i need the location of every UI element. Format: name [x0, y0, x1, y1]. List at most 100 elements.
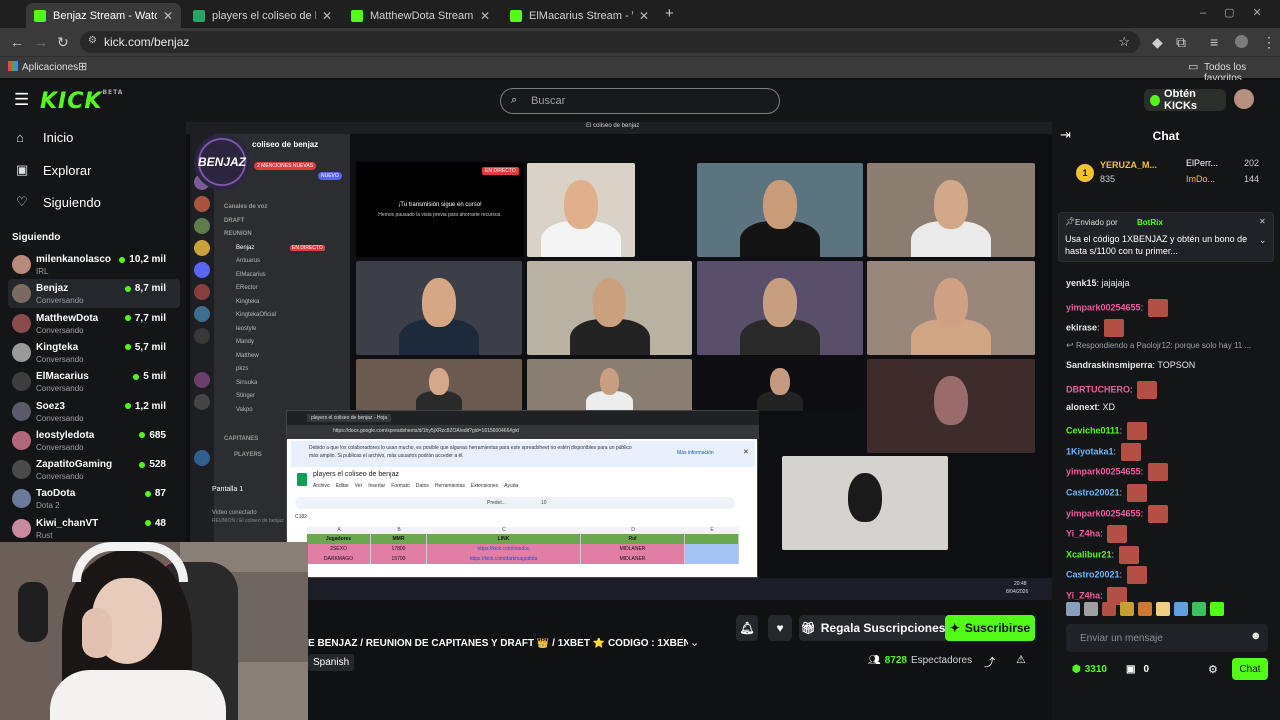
chat-message[interactable]: yimpark00254655: — [1066, 504, 1168, 523]
unpin-icon[interactable]: ✕ — [1259, 217, 1266, 226]
chat-username[interactable]: 1Kiyotaka1 — [1066, 446, 1114, 456]
nav-item-siguiendo[interactable]: ♡ Siguiendo — [16, 194, 101, 210]
followed-channel[interactable]: leostyledota Conversando 685 — [8, 426, 180, 455]
site-info-icon[interactable]: ⚙ — [88, 35, 97, 46]
chat-username[interactable]: yenk15 — [1066, 278, 1097, 288]
browser-tab[interactable]: MatthewDota Stream - Watch L ✕ — [343, 3, 498, 28]
pinned-message[interactable]: 📌︎ Enviado por BotRix ✕ Usa el código 1X… — [1058, 212, 1274, 262]
followed-channel[interactable]: Kiwi_chanVT Rust 48 — [8, 514, 180, 543]
chat-message[interactable]: yimpark00254655: — [1066, 463, 1168, 482]
url-bar[interactable]: ⚙ kick.com/benjaz ☆ — [80, 31, 1140, 53]
chat-message[interactable]: yenk15: jajajaja — [1066, 278, 1130, 288]
channel-category: Rust — [36, 530, 53, 540]
browser-tab[interactable]: Benjaz Stream - Watch Live ✕ — [26, 3, 181, 28]
followed-channel[interactable]: MatthewDota Conversando 7,7 mil — [8, 309, 180, 338]
new-tab-button[interactable]: + — [665, 5, 674, 22]
chat-username[interactable]: Castro20021 — [1066, 570, 1120, 580]
chat-username[interactable]: Yi_Z4ha — [1066, 529, 1100, 539]
chat-message[interactable]: Xcalibur21: — [1066, 545, 1139, 564]
chat-message[interactable]: DBRTUCHERO: — [1066, 381, 1158, 399]
chat-username[interactable]: yimpark00254655 — [1066, 467, 1141, 477]
notice-title: ¡Tu transmisión sigue en curso! — [398, 202, 482, 208]
browser-tab[interactable]: players el coliseo de benjaz - H ✕ — [185, 3, 340, 28]
share-icon[interactable]: ⤴ — [984, 654, 995, 670]
chat-username[interactable]: DBRTUCHERO — [1066, 384, 1130, 394]
expand-pin-icon[interactable]: ⌄ — [1259, 235, 1267, 246]
gift-count-display[interactable]: ▣ 0 — [1126, 664, 1149, 675]
chat-message[interactable]: Yi_Z4ha: — [1066, 525, 1128, 544]
nav-item-explorar[interactable]: ▣ Explorar — [16, 162, 91, 178]
chat-username[interactable]: Sandraskinsmiperra — [1066, 360, 1153, 370]
get-kicks-button[interactable]: Obtén KICKs — [1144, 88, 1226, 112]
reload-icon[interactable]: ↻ — [57, 34, 69, 51]
points-display[interactable]: ⬢ 3310 — [1072, 664, 1107, 675]
bookmark-star-icon[interactable]: ☆ — [1118, 34, 1130, 50]
followed-channel[interactable]: Soez3 Conversando 1,2 mil — [8, 397, 180, 426]
chat-username[interactable]: Yi_Z4ha — [1066, 590, 1100, 600]
menu-icon[interactable]: ⋮ — [1262, 34, 1276, 51]
followed-channel[interactable]: ElMacarius Conversando 5 mil — [8, 367, 180, 396]
chat-message[interactable]: Ceviche0111: — [1066, 422, 1147, 441]
chat-username[interactable]: Xcalibur21 — [1066, 549, 1112, 559]
chat-username[interactable]: Ceviche0111 — [1066, 426, 1120, 436]
chat-settings-icon[interactable]: ⚙ — [1208, 663, 1218, 676]
gift-subs-button[interactable]: 🎁︎ Regala Suscripciones — [799, 615, 947, 641]
bookmark-apps[interactable]: Aplicaciones — [22, 62, 78, 73]
chat-username[interactable]: yimpark00254655 — [1066, 302, 1141, 312]
chat-message[interactable]: Castro20021: — [1066, 484, 1147, 502]
video-player[interactable]: El coliseo de benjaz coliseo de benjaz 2… — [186, 122, 1052, 600]
chat-message[interactable]: Sandraskinsmiperra: TOPSON — [1066, 360, 1195, 370]
voice-member: Antuarus — [236, 258, 261, 264]
expand-title-icon[interactable]: ⌄ — [690, 636, 699, 649]
followed-channel[interactable]: Benjaz Conversando 8,7 mil — [8, 279, 180, 309]
leader-2-name: ElPerr... — [1186, 158, 1219, 168]
extension-icon[interactable]: ◆ — [1152, 34, 1163, 51]
chat-username[interactable]: ekirase — [1066, 323, 1097, 333]
report-icon[interactable]: ⚠ — [1016, 653, 1026, 666]
chat-username[interactable]: yimpark00254655 — [1066, 508, 1141, 518]
chat-message[interactable]: ekirase: — [1066, 319, 1125, 338]
close-tab-icon[interactable]: ✕ — [163, 9, 173, 23]
close-tab-icon[interactable]: ✕ — [322, 9, 332, 23]
emote-icon — [1147, 298, 1168, 317]
grid-icon[interactable]: ⊞ — [78, 60, 87, 73]
emoji-icon[interactable]: ☻ — [1250, 630, 1262, 642]
sheet-cell — [685, 534, 739, 544]
close-tab-icon[interactable]: ✕ — [480, 9, 490, 23]
puzzle-icon[interactable]: ⧉ — [1176, 34, 1186, 51]
search-input[interactable]: ⌕ Buscar — [500, 88, 780, 114]
nav-item-inicio[interactable]: ⌂ Inicio — [16, 130, 73, 145]
chat-username[interactable]: Castro20021 — [1066, 487, 1120, 497]
back-icon[interactable]: ← — [10, 34, 24, 50]
hamburger-menu-icon[interactable]: ☰ — [14, 90, 29, 110]
captains-category: CAPITANES — [224, 436, 259, 442]
sheet-grid: ABCDE Jugadores MMR LINK Rol 2SEXO 17800 https… — [307, 527, 739, 579]
chat-message[interactable]: yimpark00254655: — [1066, 298, 1168, 317]
chat-message[interactable]: Castro20021: — [1066, 566, 1147, 585]
followed-channel[interactable]: Kingteka Conversando 5,7 mil — [8, 338, 180, 367]
user-avatar[interactable] — [1234, 89, 1254, 109]
kick-logo[interactable]: KICKBETA — [40, 89, 123, 114]
voice-member: Matthew — [236, 352, 259, 359]
browser-tab[interactable]: ElMacarius Stream - Watch Live ✕ — [502, 3, 657, 28]
send-chat-button[interactable]: Chat — [1232, 658, 1268, 680]
media-icon[interactable]: ≡ — [1210, 34, 1218, 50]
subscribe-button[interactable]: ✦ Suscribirse — [945, 615, 1035, 641]
screen-share-label: Pantalla 1 — [212, 486, 244, 493]
profile-icon[interactable] — [1235, 35, 1248, 48]
follow-button[interactable]: ♥ — [768, 615, 792, 641]
chat-message[interactable]: ↩ Respondiendo a Paolojr12: porque solo … — [1066, 340, 1251, 351]
chat-text: XD — [1102, 401, 1116, 412]
forward-icon[interactable]: → — [34, 34, 48, 50]
notifications-button[interactable]: 🔔︎ — [736, 615, 758, 641]
language-tag[interactable]: Spanish — [308, 654, 355, 671]
followed-channel[interactable]: TaoDota Dota 2 87 — [8, 484, 180, 513]
followed-channel[interactable]: ZapatitoGaming Conversando 528 — [8, 455, 180, 484]
followed-channel[interactable]: milenkanolasco IRL 10,2 mil — [8, 250, 180, 279]
close-tab-icon[interactable]: ✕ — [639, 9, 649, 23]
chat-message[interactable]: alonext: XD — [1066, 402, 1115, 412]
chat-username[interactable]: alonext — [1066, 402, 1098, 412]
chat-input[interactable]: Enviar un mensaje ☻ — [1066, 624, 1268, 652]
channel-category: Conversando — [36, 442, 84, 452]
chat-message[interactable]: 1Kiyotaka1: — [1066, 442, 1141, 461]
